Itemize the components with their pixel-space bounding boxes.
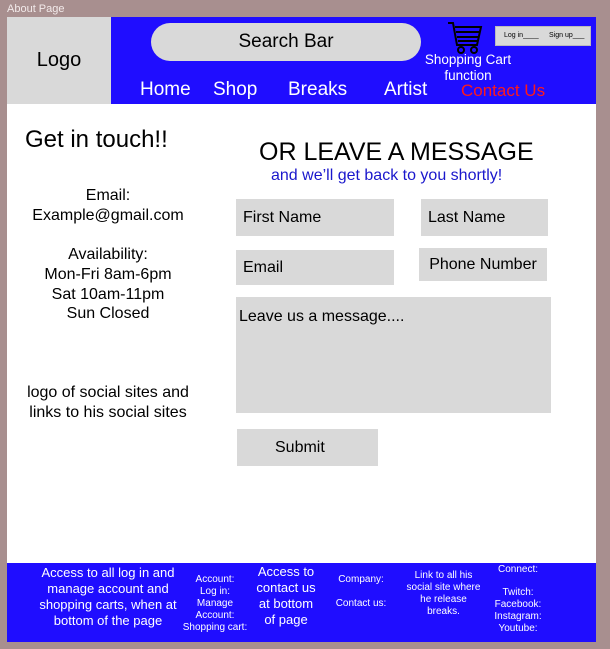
first-name-field[interactable]: First Name [236, 199, 394, 236]
footer-company[interactable]: Company: [329, 574, 393, 586]
footer-shopping-cart[interactable]: Shopping cart: [180, 622, 250, 634]
logo[interactable]: Logo [7, 17, 111, 104]
footer-connect-links: Twitch: Facebook: Instagram: Youtube: [485, 587, 551, 635]
about-page: Logo Search Bar Shopping Cart function L… [7, 17, 596, 642]
footer: Access to all log in and manage account … [7, 563, 596, 642]
footer-social-note: Link to all his social site where he rel… [406, 570, 481, 617]
signup-link[interactable]: Sign up___ [549, 32, 584, 39]
social-links-placeholder: logo of social sites and links to his so… [27, 384, 189, 421]
message-textarea[interactable]: Leave us a message.... [236, 297, 551, 413]
header: Logo Search Bar Shopping Cart function L… [7, 17, 596, 104]
footer-twitch[interactable]: Twitch: [485, 587, 551, 599]
footer-account-links: Account: Log in: Manage Account: Shoppin… [180, 574, 250, 634]
nav-contact-us[interactable]: Contact Us [461, 81, 545, 101]
last-name-field[interactable]: Last Name [421, 199, 548, 236]
footer-account-note: Access to all log in and manage account … [39, 565, 177, 628]
form-subheading: and we’ll get back to you shortly! [271, 167, 503, 184]
footer-facebook[interactable]: Facebook: [485, 599, 551, 611]
search-bar[interactable]: Search Bar [151, 23, 421, 61]
email-field[interactable]: Email [236, 250, 394, 285]
footer-login[interactable]: Log in: [180, 586, 250, 598]
phone-number-field[interactable]: Phone Number [419, 248, 547, 281]
footer-contact-note: Access to contact us at bottom of page [256, 564, 316, 627]
login-link[interactable]: Log in____ [504, 32, 539, 39]
nav-breaks[interactable]: Breaks [288, 79, 347, 101]
availability-label: Availability: [68, 246, 148, 263]
auth-box: Log in____ Sign up___ [495, 26, 591, 46]
shopping-cart-icon[interactable] [447, 21, 483, 55]
form-heading: OR LEAVE A MESSAGE [259, 138, 534, 166]
footer-instagram[interactable]: Instagram: [485, 611, 551, 623]
email-label: Email: [85, 187, 131, 204]
cart-label: Shopping Cart function [424, 52, 512, 83]
footer-manage-account[interactable]: Manage Account: [180, 598, 250, 622]
nav-artist[interactable]: Artist [384, 79, 427, 101]
frame-label: About Page [7, 3, 65, 15]
hours-sunday: Sun Closed [66, 305, 150, 322]
footer-contact-us[interactable]: Contact us: [329, 598, 393, 610]
email-value: Example@gmail.com [32, 207, 184, 224]
footer-youtube[interactable]: Youtube: [485, 623, 551, 635]
nav-shop[interactable]: Shop [213, 79, 257, 101]
footer-account[interactable]: Account: [180, 574, 250, 586]
submit-button[interactable]: Submit [237, 429, 378, 466]
nav-home[interactable]: Home [140, 79, 191, 101]
footer-connect-title: Connect: [497, 564, 539, 575]
hours-weekday: Mon-Fri 8am-6pm [44, 266, 172, 283]
get-in-touch-title: Get in touch!! [25, 126, 168, 153]
hours-saturday: Sat 10am-11pm [51, 286, 165, 303]
